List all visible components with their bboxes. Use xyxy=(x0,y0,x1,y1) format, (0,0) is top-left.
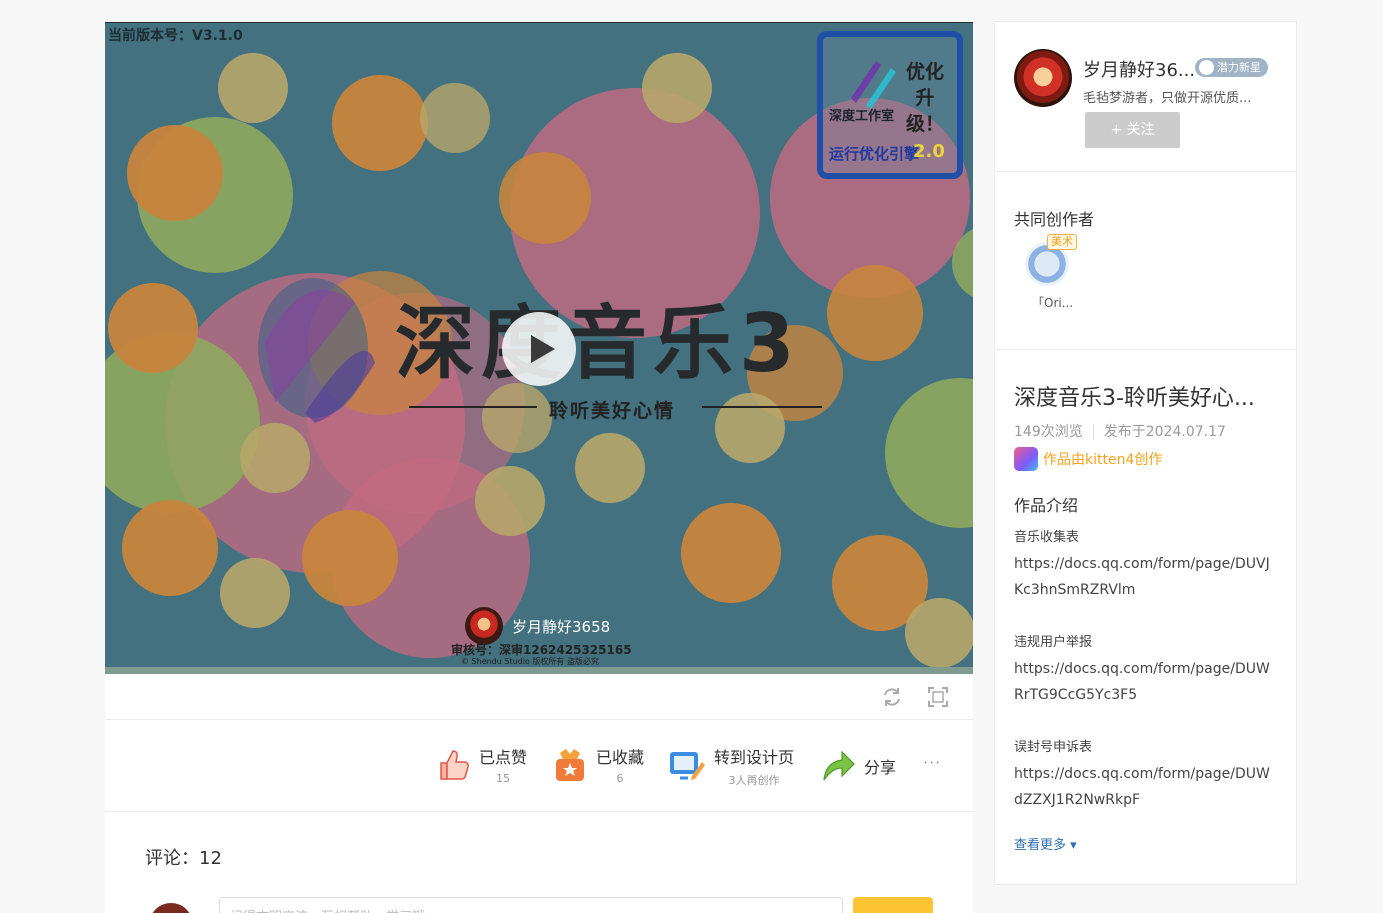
work-description: 音乐收集表 https://docs.qq.com/form/page/DUVJ… xyxy=(1014,524,1276,839)
follow-button[interactable]: + 关注 xyxy=(1085,112,1180,148)
comments-count: 评论：12 xyxy=(145,848,222,869)
version-label: 当前版本号：V3.1.0 xyxy=(108,28,243,44)
share-button[interactable]: 分享 xyxy=(820,748,896,784)
sidebar: 岁月静好36... 潜力新星 毛毡梦游者，只做开源优质... + 关注 共同创作… xyxy=(994,21,1297,885)
remix-button[interactable]: 转到设计页 3人再创作 xyxy=(668,744,794,788)
work-meta: 149次浏览 发布于2024.07.17 xyxy=(1014,421,1226,441)
desc-link[interactable]: https://docs.qq.com/form/page/DUWdZZXJ1R… xyxy=(1014,766,1270,808)
page: 当前版本号：V3.1.0 优化升级！ 深度工作室 运行优化引擎 2.0 深度音乐… xyxy=(0,0,1383,913)
comment-input[interactable]: 记得文明交流，互相帮助，学习哦 xyxy=(219,897,843,913)
comment-user-avatar xyxy=(149,903,193,913)
cover-subtitle: 聆听美好心情 xyxy=(549,400,676,422)
player-author-avatar xyxy=(465,607,503,645)
collect-label: 已收藏 xyxy=(596,748,645,767)
desc-item: 违规用户举报 https://docs.qq.com/form/page/DUW… xyxy=(1014,629,1276,708)
author-avatar[interactable] xyxy=(1014,49,1072,107)
see-more-link[interactable]: 查看更多 ▾ xyxy=(1014,834,1077,853)
author-bio: 毛毡梦游者，只做开源优质... xyxy=(1083,91,1252,106)
desc-heading: 音乐收集表 xyxy=(1014,530,1080,545)
work-title: 深度音乐3-聆听美好心... xyxy=(1014,386,1255,411)
author-badge: 潜力新星 xyxy=(1195,58,1268,77)
cocreators-section: 共同创作者 美术 「Ori... xyxy=(995,172,1296,350)
meta-divider xyxy=(1092,425,1094,439)
made-with-label: 作品由kitten4创作 xyxy=(1043,452,1163,468)
collect-count: 6 xyxy=(616,772,624,785)
remix-sub: 3人再创作 xyxy=(728,774,780,787)
play-button[interactable] xyxy=(502,312,576,386)
author-card: 岁月静好36... 潜力新星 毛毡梦游者，只做开源优质... + 关注 xyxy=(995,22,1296,172)
collect-button[interactable]: 已收藏 6 xyxy=(552,744,644,785)
kitten-app-icon xyxy=(1014,447,1038,471)
share-icon xyxy=(823,750,855,781)
remix-icon xyxy=(670,752,705,780)
like-button[interactable]: 已点赞 15 xyxy=(435,744,527,785)
publish-date: 发布于2024.07.17 xyxy=(1103,424,1226,440)
made-with[interactable]: 作品由kitten4创作 xyxy=(1014,447,1162,471)
more-button[interactable]: ··· xyxy=(923,753,941,772)
desc-heading: 违规用户举报 xyxy=(1014,635,1093,650)
cocreator-name[interactable]: 「Ori... xyxy=(1032,294,1073,311)
subtitle-line-right xyxy=(702,406,822,408)
subtitle-line-left xyxy=(409,406,537,408)
logo-engine-text: 运行优化引擎 xyxy=(829,145,920,163)
desc-link[interactable]: https://docs.qq.com/form/page/DUWRrTG9Cc… xyxy=(1014,661,1270,703)
desc-item: 误封号申诉表 https://docs.qq.com/form/page/DUW… xyxy=(1014,734,1276,813)
cocreator-tag: 美术 xyxy=(1047,234,1077,250)
remix-label: 转到设计页 xyxy=(714,748,795,767)
copyright-text: © Shendu Studio 版权所有 盗版必究 xyxy=(461,657,599,666)
cover-title: 深度音乐3 xyxy=(395,297,801,390)
cocreators-title: 共同创作者 xyxy=(1014,210,1095,229)
work-info: 深度音乐3-聆听美好心... 149次浏览 发布于2024.07.17 作品由ki… xyxy=(995,350,1296,880)
like-count: 15 xyxy=(496,772,510,785)
collect-icon xyxy=(556,748,584,781)
like-icon xyxy=(440,749,469,780)
intro-title: 作品介绍 xyxy=(1014,496,1079,515)
author-name[interactable]: 岁月静好36... xyxy=(1083,56,1195,82)
action-bar: 已点赞 15 已收藏 6 转到设计页 3人再创作 分享 ··· xyxy=(105,720,973,812)
player-controls xyxy=(105,674,973,720)
like-label: 已点赞 xyxy=(479,748,528,767)
desc-item: 音乐收集表 https://docs.qq.com/form/page/DUVJ… xyxy=(1014,524,1276,603)
studio-logo: 优化升级！ 深度工作室 运行优化引擎 2.0 xyxy=(817,31,963,179)
logo-upgrade-text: 优化升级！ xyxy=(905,61,944,135)
comments-section: 评论：12 记得文明交流，互相帮助，学习哦 xyxy=(105,812,973,913)
view-count: 149次浏览 xyxy=(1014,424,1083,440)
player-author-name: 岁月静好3658 xyxy=(512,617,611,636)
fullscreen-icon[interactable] xyxy=(927,686,949,708)
logo-version-text: 2.0 xyxy=(913,141,945,162)
comment-submit-button[interactable] xyxy=(853,897,933,913)
video-player[interactable]: 当前版本号：V3.1.0 优化升级！ 深度工作室 运行优化引擎 2.0 深度音乐… xyxy=(105,22,973,674)
player-author: 岁月静好3658 xyxy=(465,607,610,645)
share-label: 分享 xyxy=(864,758,897,777)
studio-logo-icon xyxy=(851,61,896,109)
desc-link[interactable]: https://docs.qq.com/form/page/DUVJKc3hnS… xyxy=(1014,556,1270,598)
logo-studio-text: 深度工作室 xyxy=(829,109,895,124)
desc-heading: 误封号申诉表 xyxy=(1014,740,1093,755)
restart-icon[interactable] xyxy=(881,686,903,708)
main-column: 当前版本号：V3.1.0 优化升级！ 深度工作室 运行优化引擎 2.0 深度音乐… xyxy=(105,22,973,913)
